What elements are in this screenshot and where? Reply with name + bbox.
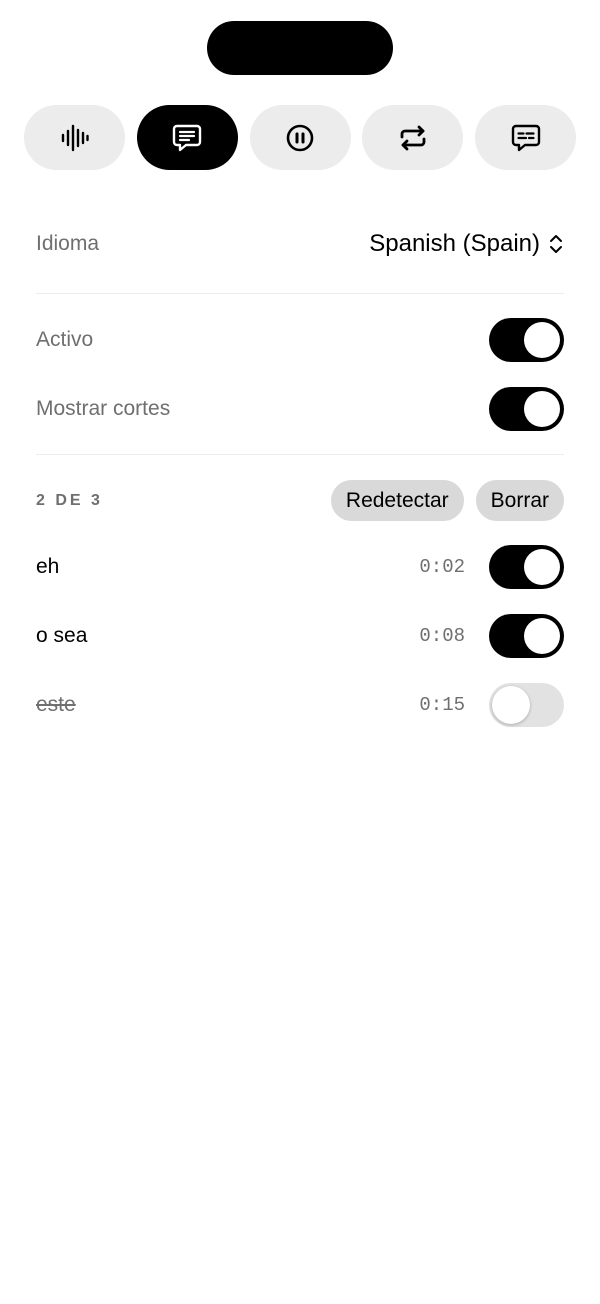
filler-word: este bbox=[36, 693, 76, 716]
language-label: Idioma bbox=[36, 232, 100, 255]
dynamic-island bbox=[207, 21, 393, 75]
waveform-icon bbox=[61, 124, 89, 151]
waveform-button[interactable] bbox=[24, 105, 125, 170]
filler-toggle[interactable] bbox=[489, 614, 564, 658]
fillers-header: 2 DE 3 Redetectar Borrar bbox=[36, 480, 564, 521]
divider bbox=[36, 454, 564, 455]
filler-toggle[interactable] bbox=[489, 683, 564, 727]
active-toggle[interactable] bbox=[489, 318, 564, 362]
fillers-actions: Redetectar Borrar bbox=[330, 480, 564, 521]
redetect-button[interactable]: Redetectar bbox=[330, 480, 464, 521]
filler-count-label: 2 DE 3 bbox=[36, 491, 103, 509]
filler-controls: 0:08 bbox=[419, 614, 564, 658]
filler-controls: 0:15 bbox=[419, 683, 564, 727]
captions-settings-screen: Idioma Spanish (Spain) Activo Mostrar co… bbox=[0, 0, 600, 1304]
repeat-button[interactable] bbox=[362, 105, 464, 170]
captions-button[interactable] bbox=[136, 105, 238, 170]
chevron-up-down-icon bbox=[550, 235, 562, 253]
delete-button[interactable]: Borrar bbox=[475, 480, 564, 521]
filler-word: eh bbox=[36, 555, 60, 578]
divider bbox=[36, 293, 564, 294]
filler-timestamp: 0:02 bbox=[419, 556, 465, 578]
active-row: Activo bbox=[36, 318, 564, 362]
toggle-knob bbox=[524, 322, 560, 358]
subtitles-bubble-icon bbox=[511, 124, 540, 151]
language-value: Spanish (Spain) bbox=[369, 230, 540, 257]
show-cuts-label: Mostrar cortes bbox=[36, 397, 171, 420]
show-cuts-row: Mostrar cortes bbox=[36, 387, 564, 431]
active-label: Activo bbox=[36, 328, 94, 351]
language-row: Idioma Spanish (Spain) bbox=[36, 220, 564, 268]
toggle-knob bbox=[492, 686, 530, 724]
filler-word: o sea bbox=[36, 624, 88, 647]
filler-controls: 0:02 bbox=[419, 545, 564, 589]
repeat-icon bbox=[400, 125, 426, 150]
language-selector[interactable]: Spanish (Spain) bbox=[369, 230, 564, 258]
captions-bubble-icon bbox=[173, 124, 202, 151]
list-item: o sea 0:08 bbox=[36, 614, 564, 658]
show-cuts-toggle[interactable] bbox=[489, 387, 564, 431]
filler-timestamp: 0:08 bbox=[419, 625, 465, 647]
list-item: eh 0:02 bbox=[36, 545, 564, 589]
subtitles-button[interactable] bbox=[475, 105, 576, 170]
filler-toggle[interactable] bbox=[489, 545, 564, 589]
pause-button[interactable] bbox=[249, 105, 351, 170]
toggle-knob bbox=[524, 549, 560, 585]
list-item: este 0:15 bbox=[36, 683, 564, 727]
toggle-knob bbox=[524, 391, 560, 427]
mode-toolbar bbox=[24, 105, 576, 170]
pause-circle-icon bbox=[286, 124, 314, 151]
filler-timestamp: 0:15 bbox=[419, 694, 465, 716]
toggle-knob bbox=[524, 618, 560, 654]
